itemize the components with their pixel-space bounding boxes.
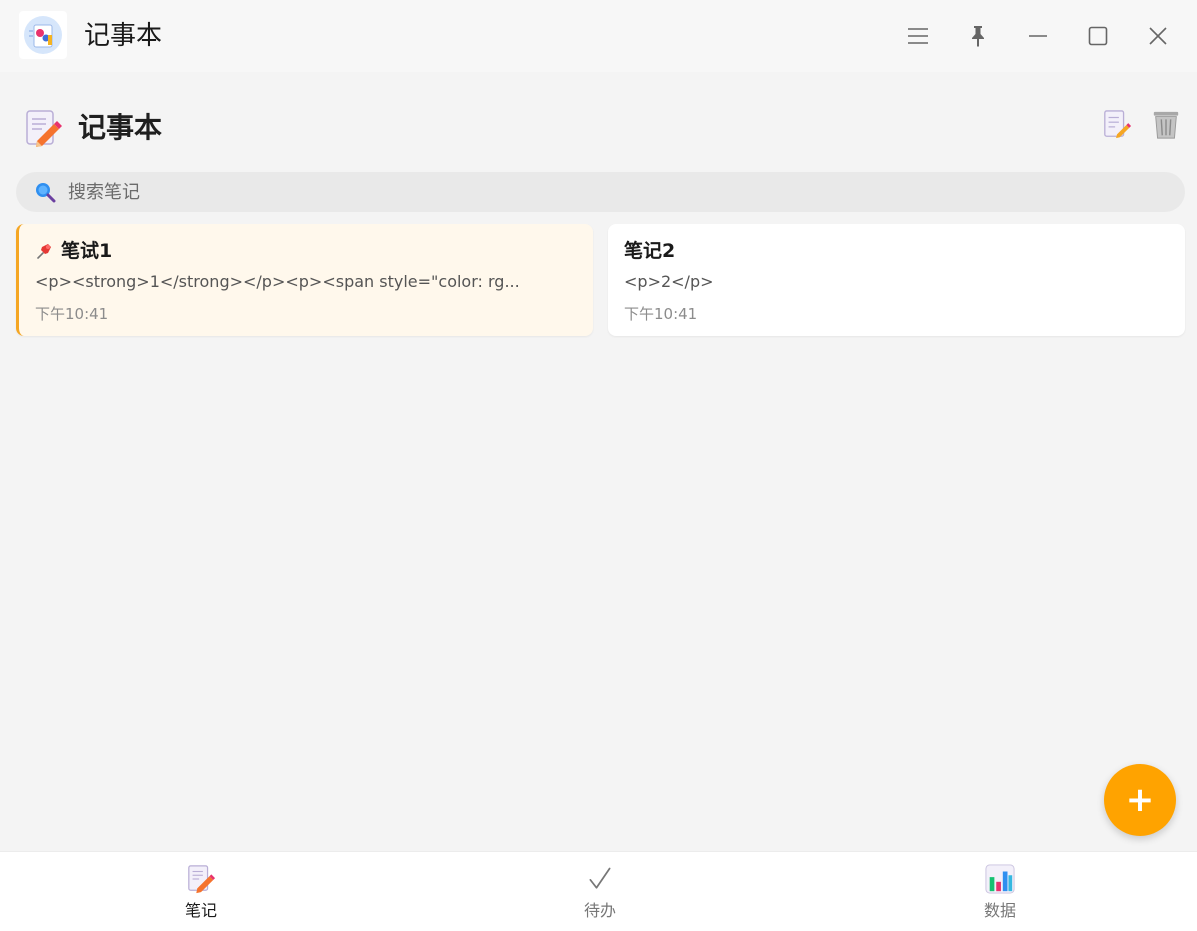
pin-window-button[interactable] — [958, 16, 998, 56]
note-preview: <p>2</p> — [624, 272, 714, 291]
note-timestamp: 下午10:41 — [35, 305, 109, 323]
note-preview: <p><strong>1</strong></p><p><span style=… — [35, 272, 520, 291]
title-bar[interactable]: 记事本 — [0, 0, 1197, 72]
window-title: 记事本 — [84, 21, 163, 51]
nav-item-data[interactable]: 数据 — [940, 852, 1060, 928]
bottom-navigation: 笔记 待办 数据 — [0, 851, 1197, 931]
nav-item-todo[interactable]: 待办 — [540, 852, 660, 928]
search-input[interactable] — [68, 177, 1148, 207]
new-note-document-button[interactable] — [1101, 108, 1133, 142]
page-title: 记事本 — [78, 111, 163, 144]
pin-icon — [972, 26, 984, 47]
note-card[interactable]: 笔试1 <p><strong>1</strong></p><p><span st… — [16, 224, 593, 336]
close-button[interactable] — [1138, 16, 1178, 56]
checkmark-icon — [584, 863, 616, 895]
nav-label: 笔记 — [184, 901, 217, 920]
trash-icon — [1153, 111, 1179, 139]
pushpin-icon — [37, 244, 51, 259]
app-logo-icon — [19, 11, 67, 59]
note-timestamp: 下午10:41 — [624, 305, 698, 323]
search-icon — [36, 183, 56, 203]
menu-button[interactable] — [898, 16, 938, 56]
minimize-icon — [1029, 35, 1047, 37]
note-title: 笔试1 — [61, 240, 113, 262]
plus-icon: + — [1125, 780, 1155, 820]
notepad-pencil-icon — [26, 110, 62, 147]
nav-label: 待办 — [583, 901, 616, 920]
trash-button[interactable] — [1150, 108, 1182, 142]
maximize-button[interactable] — [1078, 16, 1118, 56]
bar-chart-icon — [984, 863, 1016, 895]
notepad-pencil-icon — [185, 863, 217, 895]
search-bar[interactable] — [16, 172, 1185, 212]
note-title: 笔记2 — [624, 240, 676, 262]
maximize-icon — [1088, 26, 1108, 46]
close-icon — [1149, 27, 1167, 45]
nav-item-notes[interactable]: 笔记 — [141, 852, 261, 928]
hamburger-menu-icon — [908, 28, 928, 44]
document-pencil-icon — [1104, 110, 1132, 139]
note-card[interactable]: 笔记2 <p>2</p> 下午10:41 — [608, 224, 1185, 336]
minimize-button[interactable] — [1018, 16, 1058, 56]
nav-label: 数据 — [983, 901, 1016, 920]
add-note-button[interactable]: + — [1104, 764, 1176, 836]
